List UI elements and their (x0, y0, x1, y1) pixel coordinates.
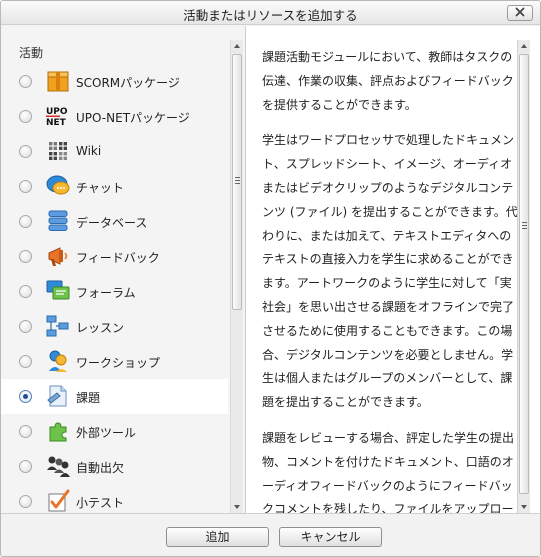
option-database[interactable]: データベース (1, 204, 228, 239)
add-button[interactable]: 追加 (166, 527, 269, 547)
radio-button[interactable] (19, 110, 32, 123)
dialog-footer: 追加 キャンセル (1, 513, 540, 556)
option-lesson[interactable]: レッスン (1, 309, 228, 344)
description-paragraph: 学生はワードプロセッサで処理したドキュメント、スプレッドシート、イメージ、オーデ… (262, 133, 518, 410)
option-label: 自動出欠 (76, 461, 125, 475)
svg-text:NET: NET (46, 118, 67, 128)
database-icon (46, 209, 70, 233)
scrollbar-thumb[interactable] (519, 54, 529, 494)
scroll-down-arrow-icon[interactable] (234, 505, 240, 509)
option-label: レッスン (76, 321, 125, 335)
lesson-tree-icon (46, 314, 70, 338)
close-button[interactable] (507, 5, 533, 21)
activity-list-pane: 活動 SCORMパッケージ UPO NET UPO-NETパッケージ Wiki … (1, 26, 245, 513)
scorm-box-icon (46, 69, 70, 93)
option-label: 小テスト (76, 496, 125, 510)
dialog-titlebar: 活動またはリソースを追加する (1, 1, 540, 25)
option-scorm[interactable]: SCORMパッケージ (1, 64, 228, 99)
option-chat[interactable]: チャット (1, 169, 228, 204)
quiz-checkmark-icon (46, 489, 70, 513)
wiki-puzzle-icon (46, 139, 70, 163)
option-quiz[interactable]: 小テスト (1, 484, 228, 513)
option-label: フォーラム (76, 286, 136, 300)
attendance-people-icon (46, 454, 70, 478)
description-scrollbar[interactable] (517, 40, 530, 513)
option-label: Wiki (76, 144, 102, 158)
megaphone-icon (46, 244, 70, 268)
option-assignment[interactable]: 課題 (1, 379, 228, 414)
section-label-activities: 活動 (19, 46, 44, 60)
radio-button[interactable] (19, 460, 32, 473)
radio-button[interactable] (19, 180, 32, 193)
radio-button[interactable] (19, 355, 32, 368)
option-wiki[interactable]: Wiki (1, 134, 228, 169)
radio-button[interactable] (19, 425, 32, 438)
option-label: UPO-NETパッケージ (76, 111, 190, 125)
option-label: 課題 (76, 391, 101, 405)
radio-button[interactable] (19, 145, 32, 158)
option-label: ワークショップ (76, 356, 161, 370)
forum-icon (46, 279, 70, 303)
option-feedback[interactable]: フィードバック (1, 239, 228, 274)
chat-bubble-icon (46, 174, 70, 198)
add-activity-dialog: 活動またはリソースを追加する 活動 SCORMパッケージ UPO NET UPO… (0, 0, 541, 557)
description-pane: 課題活動モジュールにおいて、教師はタスクの伝達、作業の収集、評点およびフィードバ… (245, 26, 540, 513)
radio-button[interactable] (19, 250, 32, 263)
radio-button[interactable] (19, 285, 32, 298)
upo-net-logo-icon: UPO NET (46, 104, 70, 128)
radio-button[interactable] (19, 215, 32, 228)
scroll-down-arrow-icon[interactable] (521, 505, 527, 509)
activity-option-list: SCORMパッケージ UPO NET UPO-NETパッケージ Wiki チャッ… (1, 64, 228, 513)
cancel-button[interactable]: キャンセル (279, 527, 382, 547)
radio-button[interactable] (19, 320, 32, 333)
description-paragraph: 課題活動モジュールにおいて、教師はタスクの伝達、作業の収集、評点およびフィードバ… (262, 50, 514, 112)
scroll-up-arrow-icon[interactable] (234, 44, 240, 48)
option-attendance[interactable]: 自動出欠 (1, 449, 228, 484)
puzzle-piece-icon (46, 419, 70, 443)
radio-button-checked[interactable] (19, 390, 32, 403)
description-paragraph: 課題をレビューする場合、評定した学生の提出物、コメントを付けたドキュメント、口語… (262, 430, 515, 513)
option-forum[interactable]: フォーラム (1, 274, 228, 309)
scrollbar-thumb[interactable] (232, 54, 242, 310)
option-label: フィードバック (76, 251, 160, 265)
dialog-title: 活動またはリソースを追加する (183, 8, 358, 23)
option-label: SCORMパッケージ (76, 76, 180, 90)
scroll-up-arrow-icon[interactable] (521, 44, 527, 48)
workshop-people-icon (46, 349, 70, 373)
option-workshop[interactable]: ワークショップ (1, 344, 228, 379)
activity-list-scrollbar[interactable] (230, 40, 243, 513)
close-x-icon (515, 6, 525, 20)
activity-description: 課題活動モジュールにおいて、教師はタスクの伝達、作業の収集、評点およびフィードバ… (262, 46, 518, 513)
radio-button[interactable] (19, 75, 32, 88)
assignment-document-icon (46, 384, 70, 408)
option-upo-net[interactable]: UPO NET UPO-NETパッケージ (1, 99, 228, 134)
option-label: チャット (76, 181, 124, 195)
option-label: データベース (76, 216, 148, 230)
option-label: 外部ツール (76, 426, 137, 440)
radio-button[interactable] (19, 495, 32, 508)
option-external-tool[interactable]: 外部ツール (1, 414, 228, 449)
